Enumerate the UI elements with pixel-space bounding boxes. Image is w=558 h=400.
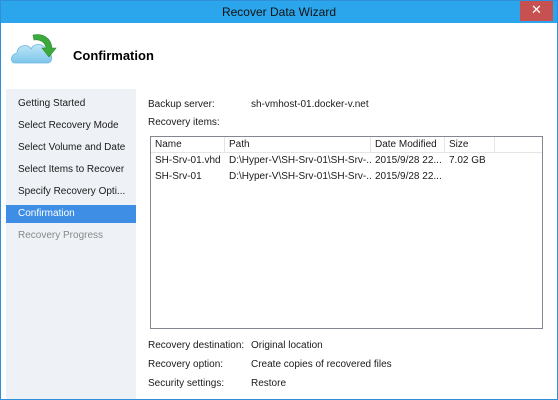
recovery-items-list[interactable]: Name Path Date Modified Size SH-Srv-01.v… — [150, 136, 543, 329]
cell-size: 7.02 GB — [449, 155, 486, 166]
page-title: Confirmation — [73, 48, 154, 63]
recovery-destination-value: Original location — [251, 340, 323, 351]
cell-date-modified: 2015/9/28 22... — [375, 171, 442, 182]
sidebar-item-getting-started[interactable]: Getting Started — [6, 95, 136, 113]
cell-name: SH-Srv-01 — [155, 171, 202, 182]
recovery-option-label: Recovery option: — [148, 359, 224, 370]
title-bar[interactable]: Recover Data Wizard ✕ — [1, 1, 557, 23]
wizard-header: Confirmation — [1, 23, 557, 85]
cell-path: D:\Hyper-V\SH-Srv-01\SH-Srv-... — [229, 171, 371, 182]
column-header-path[interactable]: Path — [225, 137, 371, 153]
list-item[interactable]: SH-Srv-01 D:\Hyper-V\SH-Srv-01\SH-Srv-..… — [151, 169, 542, 185]
cell-name: SH-Srv-01.vhd — [155, 155, 221, 166]
list-item[interactable]: SH-Srv-01.vhd D:\Hyper-V\SH-Srv-01\SH-Sr… — [151, 153, 542, 169]
recover-data-wizard-window: Recover Data Wizard ✕ Confirmation Getti… — [0, 0, 558, 400]
window-title: Recover Data Wizard — [221, 5, 337, 19]
recovery-destination-label: Recovery destination: — [148, 340, 245, 351]
security-settings-value: Restore — [251, 378, 287, 389]
recovery-option-value: Create copies of recovered files — [251, 359, 392, 370]
security-settings-label: Security settings: — [148, 378, 225, 389]
recover-cloud-arrow-icon — [11, 34, 57, 64]
backup-server-value: sh-vmhost-01.docker-v.net — [251, 99, 369, 110]
sidebar-item-select-recovery-mode[interactable]: Select Recovery Mode — [6, 117, 136, 135]
close-button[interactable]: ✕ — [520, 1, 553, 21]
column-header-size[interactable]: Size — [445, 137, 495, 153]
sidebar-item-recovery-progress: Recovery Progress — [18, 230, 104, 241]
sidebar-item-specify-recovery-options[interactable]: Specify Recovery Opti... — [6, 183, 136, 201]
backup-server-label: Backup server: — [148, 99, 215, 110]
sidebar-item-select-volume-and-date[interactable]: Select Volume and Date — [6, 139, 136, 157]
sidebar-item-confirmation[interactable]: Confirmation — [6, 205, 136, 223]
cell-size — [445, 169, 505, 185]
column-header-name[interactable]: Name — [151, 137, 225, 153]
sidebar-item-select-items-to-recover[interactable]: Select Items to Recover — [6, 161, 136, 179]
cell-path: D:\Hyper-V\SH-Srv-01\SH-Srv-... — [229, 155, 371, 166]
close-icon: ✕ — [531, 3, 542, 18]
cell-date-modified: 2015/9/28 22... — [375, 155, 442, 166]
list-header: Name Path Date Modified Size — [151, 137, 542, 153]
wizard-steps-sidebar: Getting Started Select Recovery Mode Sel… — [6, 89, 136, 399]
column-header-date-modified[interactable]: Date Modified — [371, 137, 445, 153]
recovery-items-label: Recovery items: — [148, 117, 220, 128]
